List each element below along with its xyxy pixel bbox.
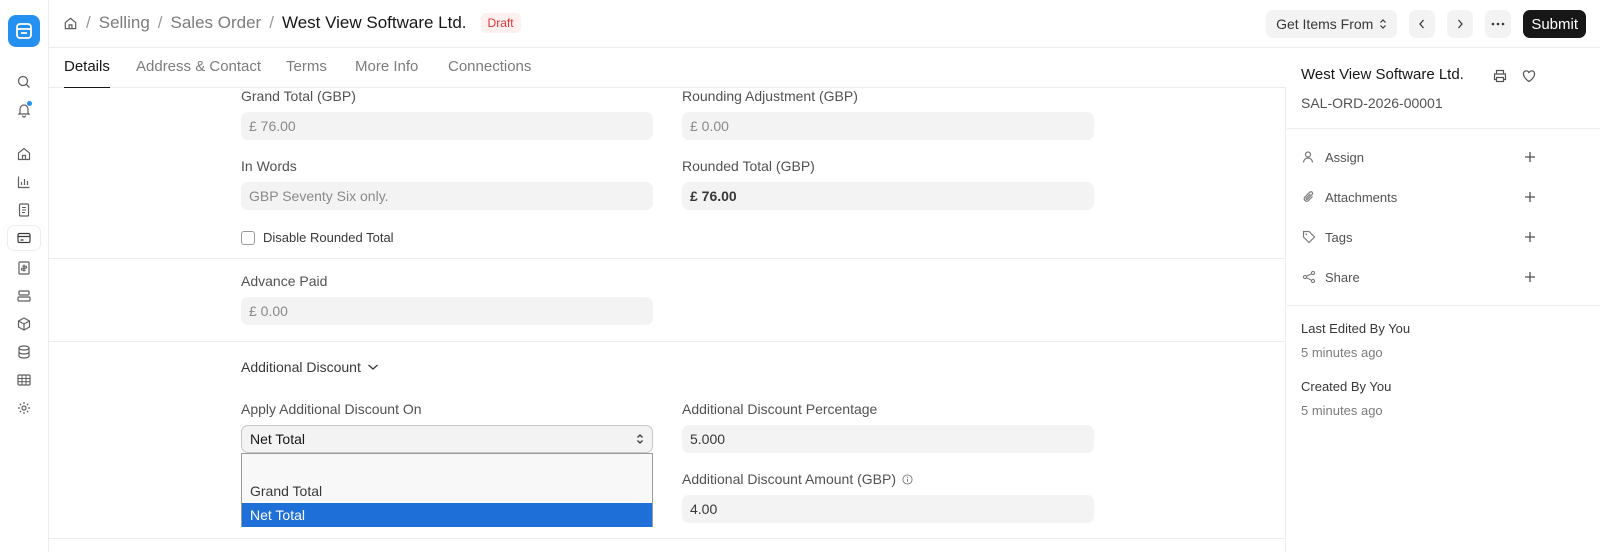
document-id: SAL-ORD-2026-00001 xyxy=(1301,95,1443,111)
rounded-total-label: Rounded Total (GBP) xyxy=(682,158,815,174)
chevron-left-icon xyxy=(1417,18,1427,30)
chevron-right-icon xyxy=(1455,18,1465,30)
add-assign-plus-icon[interactable] xyxy=(1521,148,1539,166)
info-icon[interactable] xyxy=(902,473,913,485)
tab-more-info[interactable]: More Info xyxy=(355,58,418,88)
grand-total-field: £ 76.00 xyxy=(241,112,653,140)
rounding-adjustment-field: £ 0.00 xyxy=(682,112,1094,140)
status-badge: Draft xyxy=(480,13,521,33)
chevron-updown-icon xyxy=(636,433,644,445)
selling-icon[interactable] xyxy=(8,226,40,250)
form-tabs: Details Address & Contact Terms More Inf… xyxy=(49,48,1286,88)
advance-paid-field: £ 0.00 xyxy=(241,297,653,325)
document-title: West View Software Ltd. xyxy=(1301,66,1464,83)
header-actions: Get Items From Submit xyxy=(1266,10,1586,38)
dropdown-option-empty[interactable] xyxy=(242,455,652,479)
apply-discount-on-value: Net Total xyxy=(250,431,305,447)
add-tag-plus-icon[interactable] xyxy=(1521,228,1539,246)
search-icon[interactable] xyxy=(14,72,34,92)
discount-amount-label: Additional Discount Amount (GBP) xyxy=(682,471,896,487)
get-items-from-button[interactable]: Get Items From xyxy=(1266,10,1398,38)
previous-document-button[interactable] xyxy=(1409,10,1436,38)
heart-like-icon[interactable] xyxy=(1521,68,1537,84)
share-row[interactable]: Share xyxy=(1301,267,1539,287)
discount-percentage-input[interactable]: 5.000 xyxy=(682,425,1094,453)
next-document-button[interactable] xyxy=(1447,10,1474,38)
discount-amount-label-row: Additional Discount Amount (GBP) xyxy=(682,471,913,487)
section-divider xyxy=(49,538,1286,539)
app-logo-icon xyxy=(16,23,32,39)
created-by: Created By You xyxy=(1301,379,1392,394)
settings-gear-icon[interactable] xyxy=(14,398,34,418)
table-icon[interactable] xyxy=(14,370,34,390)
submit-button[interactable]: Submit xyxy=(1523,10,1586,38)
notification-dot xyxy=(27,101,32,106)
rounded-total-field: £ 76.00 xyxy=(682,182,1094,210)
stock-icon[interactable] xyxy=(14,286,34,306)
attachments-label: Attachments xyxy=(1325,189,1398,205)
in-words-label: In Words xyxy=(241,158,297,174)
additional-discount-heading: Additional Discount xyxy=(241,359,361,375)
form-body: Grand Total (GBP) £ 76.00 Rounding Adjus… xyxy=(49,88,1286,552)
add-attachment-plus-icon[interactable] xyxy=(1521,188,1539,206)
dropdown-option-net-total[interactable]: Net Total xyxy=(242,503,652,527)
tab-connections[interactable]: Connections xyxy=(448,58,531,88)
database-icon[interactable] xyxy=(14,342,34,362)
app-sidebar xyxy=(0,0,49,552)
assign-row[interactable]: Assign xyxy=(1301,147,1539,167)
app-logo[interactable] xyxy=(8,15,40,47)
breadcrumb-sales-order[interactable]: Sales Order xyxy=(171,13,262,33)
additional-discount-section-toggle[interactable]: Additional Discount xyxy=(241,359,379,375)
notification-bell-icon[interactable] xyxy=(14,100,34,120)
assign-label: Assign xyxy=(1325,149,1365,165)
more-actions-button[interactable] xyxy=(1485,10,1512,38)
document-sidebar: West View Software Ltd. SAL-ORD-2026-000… xyxy=(1287,48,1600,552)
breadcrumb: / Selling / Sales Order / West View Soft… xyxy=(63,12,521,34)
chevron-down-icon xyxy=(367,363,379,371)
apply-discount-on-label: Apply Additional Discount On xyxy=(241,401,422,417)
page-header: / Selling / Sales Order / West View Soft… xyxy=(49,0,1600,48)
section-divider xyxy=(49,341,1286,342)
grand-total-label: Grand Total (GBP) xyxy=(241,88,356,104)
get-items-label: Get Items From xyxy=(1276,16,1374,32)
attachments-row[interactable]: Attachments xyxy=(1301,187,1539,207)
apply-discount-on-select[interactable]: Net Total xyxy=(241,425,653,453)
chevron-updown-icon xyxy=(1379,18,1387,30)
home-breadcrumb-icon[interactable] xyxy=(63,16,78,31)
dropdown-option-grand-total[interactable]: Grand Total xyxy=(242,479,652,503)
tab-terms[interactable]: Terms xyxy=(286,58,327,88)
package-icon[interactable] xyxy=(14,314,34,334)
ellipsis-icon xyxy=(1491,22,1505,26)
created-time: 5 minutes ago xyxy=(1301,403,1383,418)
reports-chart-icon[interactable] xyxy=(14,172,34,192)
apply-discount-on-dropdown: Grand Total Net Total xyxy=(241,453,653,527)
rounding-adjustment-label: Rounding Adjustment (GBP) xyxy=(682,88,858,104)
share-label: Share xyxy=(1325,269,1360,285)
tab-address-contact[interactable]: Address & Contact xyxy=(136,58,261,88)
last-edited-by: Last Edited By You xyxy=(1301,321,1411,336)
tab-details[interactable]: Details xyxy=(64,58,110,88)
share-icon xyxy=(1301,269,1317,285)
discount-amount-input[interactable]: 4.00 xyxy=(682,495,1094,523)
disable-rounded-total-label[interactable]: Disable Rounded Total xyxy=(263,230,394,245)
user-icon xyxy=(1301,149,1317,165)
disable-rounded-total-checkbox[interactable] xyxy=(241,231,255,245)
add-share-plus-icon[interactable] xyxy=(1521,268,1539,286)
document-icon[interactable] xyxy=(14,200,34,220)
print-icon[interactable] xyxy=(1492,68,1508,84)
paperclip-icon xyxy=(1301,189,1317,205)
tags-row[interactable]: Tags xyxy=(1301,227,1539,247)
discount-percentage-label: Additional Discount Percentage xyxy=(682,401,878,417)
breadcrumb-selling[interactable]: Selling xyxy=(99,13,150,33)
tag-icon xyxy=(1301,229,1317,245)
last-edited-time: 5 minutes ago xyxy=(1301,345,1383,360)
tags-label: Tags xyxy=(1325,229,1353,245)
section-divider xyxy=(49,258,1286,259)
page-title: West View Software Ltd. xyxy=(281,13,467,32)
advance-paid-label: Advance Paid xyxy=(241,273,328,289)
invoice-icon[interactable] xyxy=(14,258,34,278)
home-icon[interactable] xyxy=(14,144,34,164)
in-words-field: GBP Seventy Six only. xyxy=(241,182,653,210)
